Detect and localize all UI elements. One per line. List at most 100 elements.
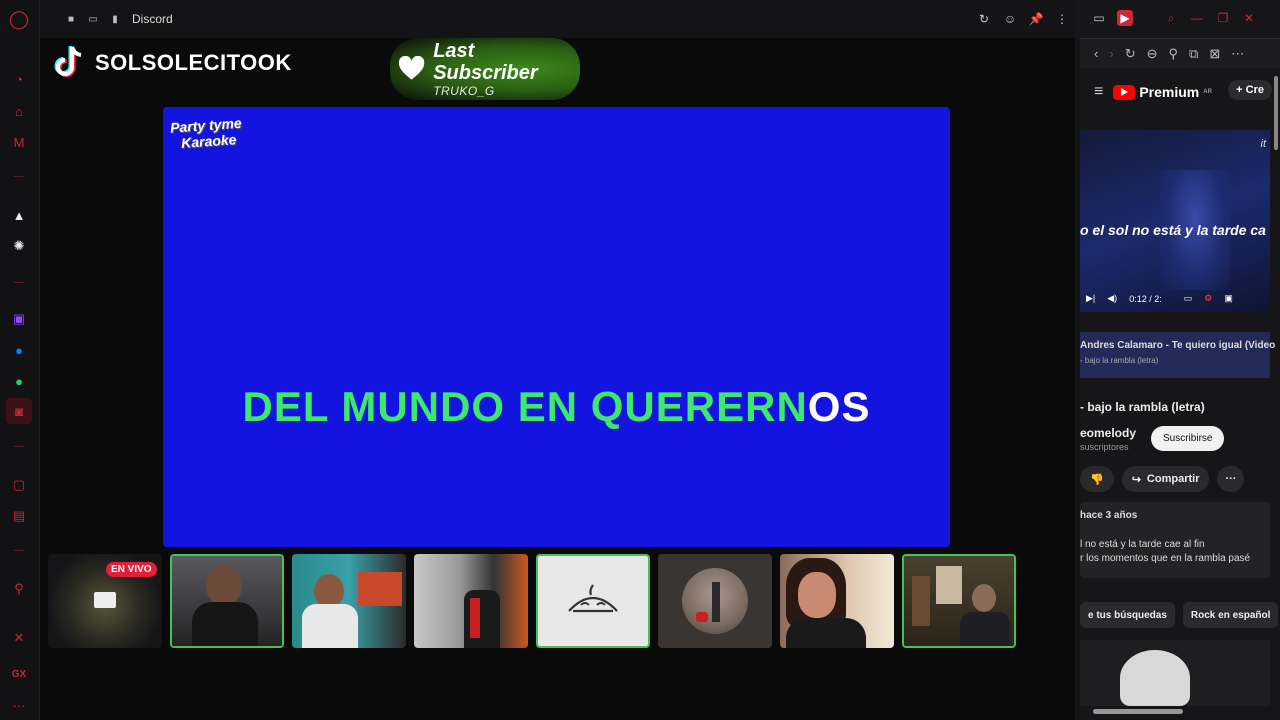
vertical-scrollbar[interactable]: [1274, 76, 1278, 150]
opera-logo-icon[interactable]: ◯: [8, 8, 30, 30]
karaoke-lyric: DEL MUNDO EN QUERERNOS: [163, 383, 950, 431]
horizontal-scrollbar[interactable]: [1093, 709, 1183, 714]
stream-view: SOLSOLECITOOK Last Subscriber TRUKO_G Pa…: [40, 38, 1075, 720]
create-button[interactable]: + Cre: [1228, 80, 1272, 100]
guest-tile-4[interactable]: [414, 554, 528, 648]
youtube-logo-text: Premium: [1139, 84, 1200, 100]
microphone-icon[interactable]: ▮: [108, 12, 122, 26]
guest-tile-7[interactable]: [780, 554, 894, 648]
youtube-play-icon: [1113, 84, 1136, 100]
subscribe-button[interactable]: Suscribirse: [1151, 426, 1225, 451]
share-button[interactable]: ↪ Compartir: [1121, 466, 1210, 492]
hamburger-menu-icon[interactable]: ≡: [1094, 83, 1103, 101]
search-icon[interactable]: ⌕: [1163, 10, 1179, 26]
chip-rock-en-espanol[interactable]: Rock en español: [1182, 602, 1279, 628]
youtube-video-player[interactable]: it o el sol no está y la tarde ca ▶| ◀) …: [1080, 130, 1270, 312]
bag-icon[interactable]: ⌂: [8, 100, 30, 122]
forward-icon[interactable]: ›: [1109, 46, 1113, 61]
performance-icon[interactable]: ✕: [8, 627, 30, 649]
settings-icon[interactable]: ⚙: [1204, 293, 1212, 304]
subtitles-icon[interactable]: ▭: [1184, 293, 1193, 304]
guest-tile-3[interactable]: [292, 554, 406, 648]
guest-tile-1[interactable]: EN VIVO: [48, 554, 162, 648]
maximize-icon[interactable]: ❐: [1215, 10, 1231, 26]
related-video-thumbnail[interactable]: [1080, 640, 1270, 706]
emoji-icon[interactable]: ☺: [1003, 12, 1017, 26]
video-meta-line1: Andres Calamaro - Te quiero igual (Video: [1080, 340, 1276, 351]
discord-icon[interactable]: ◙: [6, 398, 32, 424]
subscriber-count: suscriptores: [1080, 442, 1129, 452]
more-options-icon[interactable]: ···: [8, 694, 30, 716]
twitch-icon[interactable]: ▣: [8, 308, 30, 330]
speed-dial-icon[interactable]: ◔: [8, 68, 30, 90]
wallet-icon[interactable]: ▤: [8, 505, 30, 527]
karaoke-logo: Party tyme Karaoke: [170, 114, 251, 163]
video-description[interactable]: hace 3 años l no está y la tarde cae al …: [1080, 502, 1270, 578]
youtube-header: ≡ Premium AR + Cre: [1080, 78, 1280, 106]
video-caption: o el sol no está y la tarde ca: [1080, 222, 1266, 238]
history-icon[interactable]: ▢: [8, 474, 30, 496]
messenger-icon[interactable]: ●: [8, 339, 30, 361]
crop-icon[interactable]: ⧉: [1189, 46, 1198, 62]
zoom-out-icon[interactable]: ⊖: [1147, 46, 1158, 62]
camera-icon[interactable]: ▭: [86, 12, 100, 26]
video-controls: ▶| ◀) 0:12 / 2: ▭ ⚙ ▣: [1086, 293, 1266, 304]
reload-icon[interactable]: ↻: [977, 12, 991, 26]
miniplayer-icon[interactable]: ▣: [1224, 293, 1233, 304]
lyric-unsung-part: OS: [807, 383, 871, 430]
sidebar-separator: [14, 282, 24, 283]
channel-name[interactable]: eomelody: [1080, 426, 1136, 440]
close-tab-icon[interactable]: ⊠: [1209, 46, 1220, 62]
panel-navbar: ‹ › ↻ ⊖ ⚲ ⧉ ⊠ ⋯: [1080, 38, 1280, 68]
gx-icon[interactable]: GX: [8, 663, 30, 685]
chip-searches[interactable]: e tus búsquedas: [1080, 602, 1175, 628]
share-icon: ↪: [1131, 473, 1141, 486]
create-button-label: Cre: [1245, 84, 1264, 96]
close-icon[interactable]: ✕: [1241, 10, 1257, 26]
pin-icon[interactable]: ⚲: [1169, 46, 1179, 62]
player-icon[interactable]: ▶: [1117, 10, 1133, 26]
screen-share-icon: [94, 592, 116, 608]
whatsapp-icon[interactable]: ●: [8, 370, 30, 392]
guest-tile-5[interactable]: [536, 554, 650, 648]
next-icon[interactable]: ▶|: [1086, 293, 1095, 304]
youtube-logo[interactable]: Premium AR: [1113, 84, 1212, 100]
tiktok-logo-icon: [54, 46, 82, 77]
minimize-icon[interactable]: —: [1189, 10, 1205, 26]
panel-topbar: ▭ ▶ ⌕ — ❐ ✕: [1075, 0, 1280, 36]
back-icon[interactable]: ‹: [1094, 46, 1098, 61]
karaoke-screen: Party tyme Karaoke DEL MUNDO EN QUERERNO…: [163, 107, 950, 547]
video-actions: 👎 ↪ Compartir ···: [1080, 466, 1245, 492]
pin-icon[interactable]: ⚲: [8, 578, 30, 600]
description-date: hace 3 años: [1080, 510, 1138, 521]
video-meta-card[interactable]: Andres Calamaro - Te quiero igual (Video…: [1080, 332, 1276, 378]
aria-icon[interactable]: ▲: [8, 204, 30, 226]
gamepad-icon[interactable]: ▭: [1091, 10, 1107, 26]
chip-row: e tus búsquedas Rock en español: [1080, 602, 1279, 628]
dislike-button[interactable]: 👎: [1080, 466, 1114, 492]
gmail-icon[interactable]: M: [8, 131, 30, 153]
pin-icon[interactable]: 📌: [1029, 12, 1044, 26]
more-actions-button[interactable]: ···: [1217, 466, 1245, 492]
menu-dots-icon[interactable]: ⋮: [1055, 12, 1069, 26]
chatgpt-icon[interactable]: ✺: [8, 235, 30, 257]
guest-tile-2[interactable]: [170, 554, 284, 648]
channel-name: SOLSOLECITOOK: [95, 50, 292, 75]
youtube-panel: ▭ ▶ ⌕ — ❐ ✕ ‹ › ↻ ⊖ ⚲ ⧉ ⊠ ⋯ ≡ Premium AR…: [1075, 0, 1280, 720]
guest-tile-6[interactable]: [658, 554, 772, 648]
reload-icon[interactable]: ↻: [1125, 46, 1136, 62]
description-line2: r los momentos que en la rambla pasé: [1080, 553, 1251, 564]
share-label: Compartir: [1146, 473, 1200, 485]
volume-icon[interactable]: ◀): [1107, 293, 1117, 304]
sidebar-separator: [14, 550, 24, 551]
last-subscriber-title: Last Subscriber: [433, 40, 538, 84]
guest-tile-8[interactable]: [902, 554, 1016, 648]
video-caption-small: it: [1260, 138, 1267, 150]
panel-titlebar: ■ ▭ ▮ Discord ↻ ☺ 📌 ⋮: [40, 0, 1075, 38]
video-title: - bajo la rambla (letra): [1080, 400, 1205, 414]
more-icon[interactable]: ⋯: [1231, 46, 1244, 62]
youtube-region: AR: [1203, 89, 1212, 95]
video-time: 0:12 / 2:: [1129, 293, 1162, 304]
sidebar-separator: [14, 446, 24, 447]
lock-icon: ■: [67, 13, 75, 25]
